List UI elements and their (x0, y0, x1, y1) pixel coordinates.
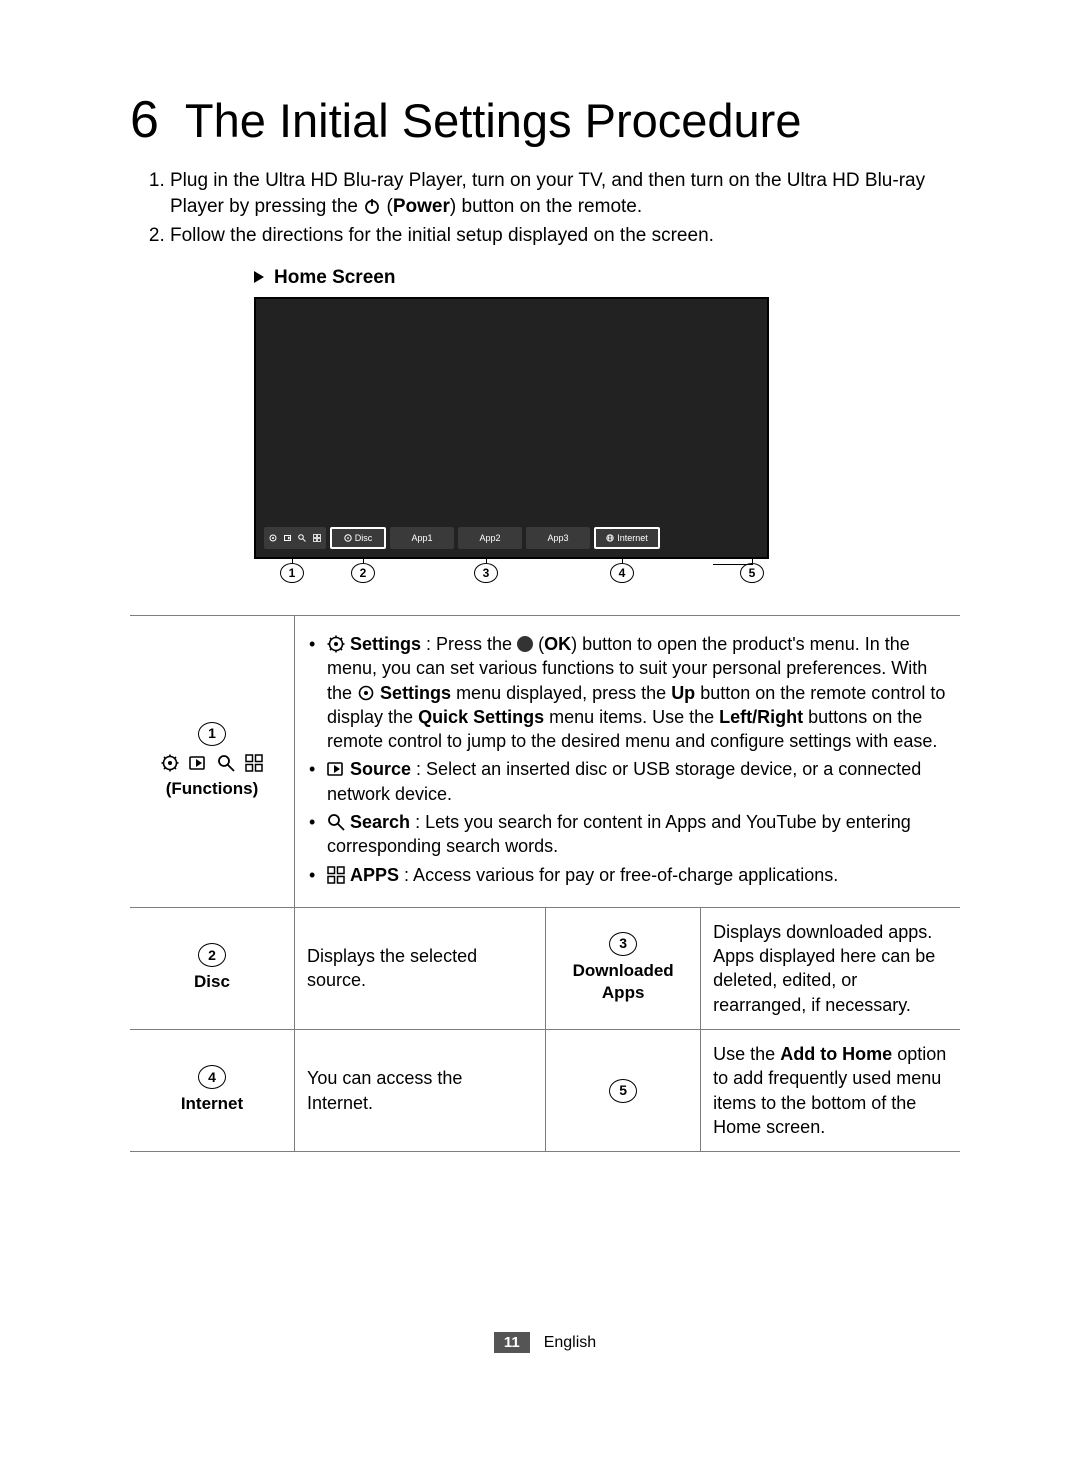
tile-app1: App1 (390, 527, 454, 549)
row1-num: 1 (198, 722, 226, 746)
tile-disc: Disc (330, 527, 386, 549)
callout-3: 3 (474, 563, 498, 583)
search-icon (298, 534, 306, 542)
chapter-number: 6 (130, 90, 159, 150)
row3-num: 4 (198, 1065, 226, 1089)
row2-label: Disc (194, 971, 230, 994)
gear-icon (327, 635, 345, 653)
source-icon (189, 754, 207, 772)
row3-label: Internet (181, 1093, 243, 1116)
callout-1: 1 (280, 563, 304, 583)
home-screen-screenshot: Disc App1 App2 App3 Internet (254, 297, 769, 559)
row3-left-text: You can access the Internet. (295, 1030, 546, 1151)
item-apps: APPS : Access various for pay or free-of… (309, 863, 948, 887)
gear-icon (269, 534, 277, 542)
item-search: Search : Lets you search for content in … (309, 810, 948, 859)
gear-icon (357, 684, 375, 702)
chapter-title-text: The Initial Settings Procedure (185, 93, 802, 148)
disc-icon (344, 534, 352, 542)
tile-internet: Internet (594, 527, 660, 549)
row2-left-text: Displays the selected source. (295, 908, 546, 1029)
row-disc-apps: 2 Disc Displays the selected source. 3 D… (130, 908, 960, 1030)
callout-row: 1 2 3 4 5 (254, 557, 769, 587)
apps-icon (313, 534, 321, 542)
item-settings: Settings : Press the (OK) button to open… (309, 632, 948, 753)
search-icon (327, 813, 345, 831)
search-icon (217, 754, 235, 772)
page-footer: 11 English (130, 1332, 960, 1353)
row2-num: 2 (198, 943, 226, 967)
ok-button-icon (517, 636, 533, 652)
item-source: Source : Select an inserted disc or USB … (309, 757, 948, 806)
apps-icon (245, 754, 263, 772)
callout-4: 4 (610, 563, 634, 583)
row2-right-text: Displays downloaded apps. Apps displayed… (701, 908, 960, 1029)
row2-mid-num: 3 (609, 932, 637, 956)
callout-5: 5 (740, 563, 764, 583)
step-1: Plug in the Ultra HD Blu-ray Player, tur… (170, 168, 960, 219)
row3-right-text: Use the Add to Home option to add freque… (701, 1030, 960, 1151)
gear-icon (161, 754, 179, 772)
row1-label: (Functions) (166, 778, 259, 801)
footer-language: English (544, 1334, 596, 1351)
chapter-heading: 6 The Initial Settings Procedure (130, 90, 960, 150)
globe-icon (606, 534, 614, 542)
row3-mid-num: 5 (609, 1079, 637, 1103)
callout-2: 2 (351, 563, 375, 583)
row2-mid-label: Downloaded Apps (558, 960, 688, 1006)
power-icon (363, 197, 381, 215)
page-number: 11 (494, 1332, 530, 1353)
tile-app3: App3 (526, 527, 590, 549)
source-icon (284, 534, 292, 542)
tile-functions (264, 527, 326, 549)
apps-icon (327, 866, 345, 884)
step-2: Follow the directions for the initial se… (170, 223, 960, 249)
source-icon (327, 760, 345, 778)
row-functions: 1 (Functions) Settings : Press the (OK) … (130, 616, 960, 908)
home-screen-heading: Home Screen (254, 267, 960, 289)
play-triangle-icon (254, 271, 264, 283)
row-internet-addhome: 4 Internet You can access the Internet. … (130, 1030, 960, 1152)
tile-app2: App2 (458, 527, 522, 549)
